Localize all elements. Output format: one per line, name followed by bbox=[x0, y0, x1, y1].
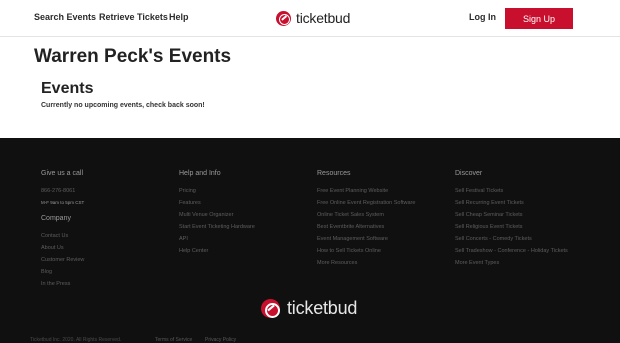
footer-link-discover-4[interactable]: Sell Religious Event Tickets bbox=[455, 224, 523, 230]
footer-link-discover-2[interactable]: Sell Recurring Event Tickets bbox=[455, 200, 524, 206]
footer-link-help-center[interactable]: Help Center bbox=[179, 248, 208, 254]
footer-link-features[interactable]: Features bbox=[179, 200, 201, 206]
footer-logo-text: ticketbud bbox=[287, 297, 358, 318]
footer-heading-resources: Resources bbox=[317, 170, 351, 177]
footer-link-resource-6[interactable]: How to Sell Tickets Online bbox=[317, 248, 381, 254]
footer-link-discover-6[interactable]: Sell Tradeshow - Conference - Holiday Ti… bbox=[455, 248, 568, 254]
footer-privacy-link[interactable]: Privacy Policy bbox=[205, 337, 236, 343]
footer-link-resource-2[interactable]: Free Online Event Registration Software bbox=[317, 200, 415, 206]
footer-heading-call: Give us a call bbox=[41, 170, 84, 177]
footer-hours: M-F 9am to 5pm CST bbox=[41, 200, 85, 205]
page-title: Warren Peck's Events bbox=[34, 46, 232, 67]
footer-terms-link[interactable]: Terms of Service bbox=[155, 337, 192, 343]
footer-link-pricing[interactable]: Pricing bbox=[179, 188, 196, 194]
footer-copyright: Ticketbud Inc. 2020. All Rights Reserved… bbox=[30, 337, 122, 343]
footer-link-discover-1[interactable]: Sell Festival Tickets bbox=[455, 188, 503, 194]
footer-link-resource-7[interactable]: More Resources bbox=[317, 260, 357, 266]
footer-link-discover-7[interactable]: More Event Types bbox=[455, 260, 499, 266]
footer-link-about-us[interactable]: About Us bbox=[41, 245, 64, 251]
footer-logo[interactable]: ticketbud bbox=[261, 297, 357, 319]
nav-retrieve-tickets[interactable]: Retrieve Tickets bbox=[99, 12, 168, 22]
footer-phone[interactable]: 866-276-8061 bbox=[41, 188, 75, 194]
footer-link-contact-us[interactable]: Contact Us bbox=[41, 233, 68, 239]
footer-heading-company: Company bbox=[41, 215, 71, 222]
ticketbud-logo[interactable]: ticketbud bbox=[276, 9, 350, 27]
footer-link-discover-3[interactable]: Sell Cheap Seminar Tickets bbox=[455, 212, 523, 218]
signup-button[interactable]: Sign Up bbox=[505, 8, 573, 29]
no-events-message: Currently no upcoming events, check back… bbox=[41, 102, 205, 109]
footer-link-in-the-press[interactable]: In the Press bbox=[41, 281, 70, 287]
nav-search-events[interactable]: Search Events bbox=[34, 12, 96, 22]
login-link[interactable]: Log In bbox=[469, 12, 496, 22]
footer-link-resource-5[interactable]: Event Management Software bbox=[317, 236, 388, 242]
footer-link-resource-1[interactable]: Free Event Planning Website bbox=[317, 188, 388, 194]
footer-heading-discover: Discover bbox=[455, 170, 483, 177]
footer-heading-help: Help and Info bbox=[179, 170, 221, 177]
footer-logo-icon bbox=[261, 298, 280, 318]
footer-link-resource-4[interactable]: Best Eventbrite Alternatives bbox=[317, 224, 384, 230]
ticketbud-logo-icon bbox=[276, 10, 291, 26]
footer-link-hardware[interactable]: Start Event Ticketing Hardware bbox=[179, 224, 255, 230]
footer-link-multi-venue[interactable]: Multi Venue Organizer bbox=[179, 212, 233, 218]
footer-link-discover-5[interactable]: Sell Concerts - Comedy Tickets bbox=[455, 236, 532, 242]
nav-help[interactable]: Help bbox=[169, 12, 189, 22]
footer: Give us a call 866-276-8061 M-F 9am to 5… bbox=[0, 138, 620, 343]
footer-link-customer-review[interactable]: Customer Review bbox=[41, 257, 84, 263]
footer-link-blog[interactable]: Blog bbox=[41, 269, 52, 275]
logo-text: ticketbud bbox=[296, 10, 351, 26]
top-navigation-bar: Search Events Retrieve Tickets Help tick… bbox=[0, 0, 620, 37]
footer-link-resource-3[interactable]: Online Ticket Sales System bbox=[317, 212, 384, 218]
events-section-title: Events bbox=[41, 80, 94, 97]
footer-link-api[interactable]: API bbox=[179, 236, 188, 242]
